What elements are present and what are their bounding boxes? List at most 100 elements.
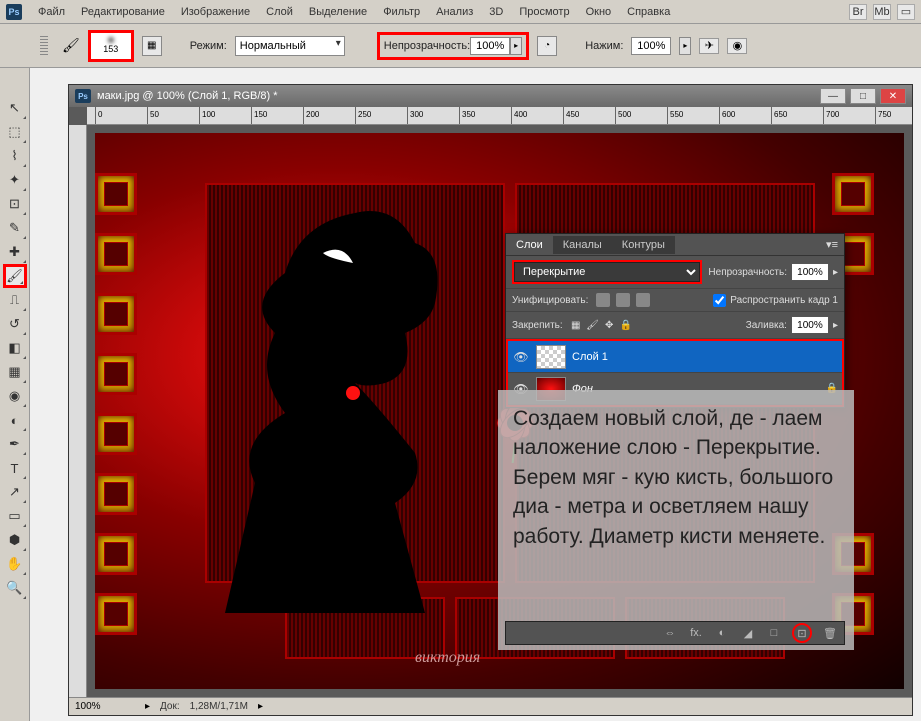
tool-lasso[interactable]: ⌇ (3, 144, 27, 168)
layer-fx-icon[interactable]: fx. (688, 626, 704, 640)
menu-view[interactable]: Просмотр (513, 4, 575, 20)
tool-healing[interactable]: ✚ (3, 240, 27, 264)
lock-transparency-icon[interactable]: ▦ (569, 318, 583, 332)
tab-paths[interactable]: Контуры (612, 236, 675, 254)
opacity-flyout[interactable]: ▸ (510, 37, 522, 55)
tab-layers[interactable]: Слои (506, 236, 553, 254)
artwork-silhouette (205, 193, 515, 613)
layer-mask-icon[interactable]: ◐ (714, 626, 730, 640)
tool-path[interactable]: ↗ (3, 480, 27, 504)
tool-wand[interactable]: ✦ (3, 168, 27, 192)
maximize-button[interactable]: □ (850, 88, 876, 104)
tool-zoom[interactable]: 🔍 (3, 576, 27, 600)
ruler-tick: 500 (615, 107, 616, 125)
visibility-icon[interactable]: 👁 (512, 348, 530, 366)
menu-filter[interactable]: Фильтр (377, 4, 426, 20)
tool-marquee[interactable]: ⬚ (3, 120, 27, 144)
unify-visibility-icon[interactable] (616, 293, 630, 307)
tools-palette: ↖⬚⌇✦⊡✎✚🖌⎍↺◧▦◉◐✒T↗▭⬢✋🔍 (0, 68, 30, 721)
tool-eraser[interactable]: ◧ (3, 336, 27, 360)
tab-channels[interactable]: Каналы (553, 236, 612, 254)
layer-opacity-label: Непрозрачность: (708, 267, 787, 278)
layer-opacity-flyout[interactable]: ▸ (833, 267, 838, 278)
brush-panel-toggle[interactable]: ▦ (142, 36, 162, 56)
layers-panel[interactable]: Слои Каналы Контуры ▾≡ Перекрытие Непроз… (505, 233, 845, 408)
zoom-value[interactable]: 100% (75, 701, 135, 712)
tool-crop[interactable]: ⊡ (3, 192, 27, 216)
screen-mode-icon[interactable]: ▭ (897, 4, 915, 20)
fill-flyout[interactable]: ▸ (833, 320, 838, 331)
tool-blur[interactable]: ◉ (3, 384, 27, 408)
zoom-flyout[interactable]: ▸ (145, 701, 150, 712)
fill-input[interactable] (791, 316, 829, 334)
tool-dodge[interactable]: ◐ (3, 408, 27, 432)
tablet-pressure-icon[interactable]: ◉ (727, 38, 747, 54)
unify-style-icon[interactable] (636, 293, 650, 307)
fill-label: Заливка: (746, 320, 787, 331)
flow-flyout[interactable]: ▸ (679, 37, 691, 55)
menu-window[interactable]: Окно (580, 4, 618, 20)
tutorial-text: Создаем новый слой, де - лаем наложение … (505, 398, 845, 557)
menu-right-icons: Br Mb ▭ (849, 4, 915, 20)
brush-preset-picker[interactable]: 153 (88, 30, 134, 62)
document-titlebar[interactable]: Ps маки.jpg @ 100% (Слой 1, RGB/8) * — □… (69, 85, 912, 107)
menu-edit[interactable]: Редактирование (75, 4, 171, 20)
opacity-input[interactable] (470, 37, 510, 55)
lock-image-icon[interactable]: 🖌 (585, 318, 599, 332)
lock-position-icon[interactable]: ✥ (602, 318, 616, 332)
ruler-tick: 150 (251, 107, 252, 125)
ruler-horizontal[interactable]: 0501001502002503003504004505005506006507… (87, 107, 912, 125)
delete-layer-icon[interactable]: 🗑 (822, 626, 838, 640)
menu-analysis[interactable]: Анализ (430, 4, 479, 20)
tool-shape[interactable]: ▭ (3, 504, 27, 528)
minimize-button[interactable]: — (820, 88, 846, 104)
tool-3d[interactable]: ⬢ (3, 528, 27, 552)
propagate-checkbox[interactable] (713, 294, 726, 307)
opacity-label: Непрозрачность: (384, 40, 470, 52)
tool-pen[interactable]: ✒ (3, 432, 27, 456)
tool-eyedropper[interactable]: ✎ (3, 216, 27, 240)
blend-mode-select[interactable]: Нормальный (235, 36, 345, 56)
tool-preset-icon[interactable]: 🖌 (62, 37, 80, 54)
layer-opacity-input[interactable] (791, 263, 829, 281)
tool-move[interactable]: ↖ (3, 96, 27, 120)
drag-handle[interactable] (40, 36, 48, 56)
lock-label: Закрепить: (512, 320, 563, 331)
menu-select[interactable]: Выделение (303, 4, 373, 20)
layer-thumbnail[interactable] (536, 345, 566, 369)
menu-layer[interactable]: Слой (260, 4, 299, 20)
menu-3d[interactable]: 3D (483, 4, 509, 20)
docsize-flyout[interactable]: ▸ (258, 701, 263, 712)
menu-image[interactable]: Изображение (175, 4, 256, 20)
flow-label: Нажим: (585, 40, 623, 52)
menu-file[interactable]: Файл (32, 4, 71, 20)
tool-history[interactable]: ↺ (3, 312, 27, 336)
tool-hand[interactable]: ✋ (3, 552, 27, 576)
lock-all-icon[interactable]: 🔒 (619, 318, 633, 332)
tool-stamp[interactable]: ⎍ (3, 288, 27, 312)
ruler-vertical[interactable] (69, 125, 87, 697)
new-layer-icon[interactable]: ⊡ (792, 623, 812, 643)
adjustment-layer-icon[interactable]: ◢ (740, 626, 756, 640)
layer-name[interactable]: Слой 1 (572, 351, 608, 363)
menu-help[interactable]: Справка (621, 4, 676, 20)
layer-blend-mode[interactable]: Перекрытие (512, 260, 702, 284)
tool-brush[interactable]: 🖌 (3, 264, 27, 288)
unify-position-icon[interactable] (596, 293, 610, 307)
minibridge-icon[interactable]: Mb (873, 4, 891, 20)
panel-menu-icon[interactable]: ▾≡ (820, 238, 844, 251)
tool-type[interactable]: T (3, 456, 27, 480)
airbrush-icon[interactable]: ✈ (699, 38, 719, 54)
ruler-tick: 400 (511, 107, 512, 125)
bridge-icon[interactable]: Br (849, 4, 867, 20)
flow-input[interactable] (631, 37, 671, 55)
tool-gradient[interactable]: ▦ (3, 360, 27, 384)
layer-row[interactable]: 👁 Слой 1 (508, 341, 842, 373)
tablet-opacity-icon[interactable]: ◔ (537, 36, 557, 56)
close-button[interactable]: ✕ (880, 88, 906, 104)
layers-panel-footer-wrap: ⇔ fx. ◐ ◢ □ ⊡ 🗑 (505, 621, 845, 645)
layer-blend-select[interactable]: Перекрытие (514, 262, 700, 282)
ruler-tick: 450 (563, 107, 564, 125)
link-layers-icon[interactable]: ⇔ (662, 626, 678, 640)
layer-group-icon[interactable]: □ (766, 626, 782, 640)
